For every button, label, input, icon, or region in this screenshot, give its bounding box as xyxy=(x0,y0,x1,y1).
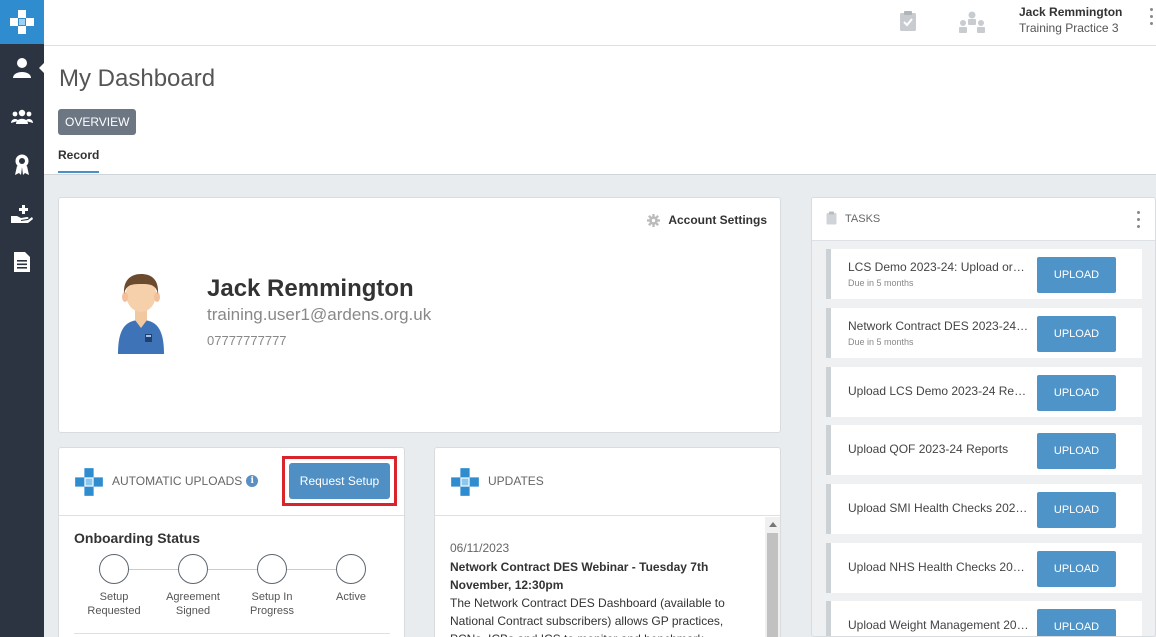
step-active: Active xyxy=(321,554,381,604)
upload-button[interactable]: UPLOAD xyxy=(1037,551,1116,587)
profile-name: Jack Remmington xyxy=(207,275,414,302)
task-name[interactable]: Upload NHS Health Checks 2023-24 Reports xyxy=(848,560,1031,574)
task-item: Network Contract DES 2023-24: Upload rep… xyxy=(826,308,1142,358)
step-agreement-signed: Agreement Signed xyxy=(163,554,223,618)
avatar xyxy=(116,274,166,359)
automatic-uploads-card: AUTOMATIC UPLOADS i Request Setup Onboar… xyxy=(58,447,405,637)
scroll-up-icon[interactable] xyxy=(769,522,777,527)
top-bar: Jack Remmington Training Practice 3 xyxy=(44,0,1156,46)
updates-card: UPDATES 06/11/2023 Network Contract DES … xyxy=(434,447,781,637)
upload-button[interactable]: UPLOAD xyxy=(1037,433,1116,469)
step-label-line1: Active xyxy=(336,591,366,603)
current-practice: Training Practice 3 xyxy=(1019,21,1119,35)
update-headline[interactable]: Network Contract DES Webinar - Tuesday 7… xyxy=(450,558,725,594)
step-label-line2: Requested xyxy=(87,605,141,617)
task-item: Upload QOF 2023-24 Reports UPLOAD xyxy=(826,425,1142,475)
task-name[interactable]: Upload QOF 2023-24 Reports xyxy=(848,442,1031,456)
nav-document-icon[interactable] xyxy=(0,240,44,284)
tasks-header: TASKS xyxy=(812,198,1155,241)
nav-user-icon[interactable] xyxy=(0,46,44,90)
request-setup-highlight: Request Setup xyxy=(282,456,397,506)
step-label-line1: Agreement xyxy=(166,591,220,603)
task-due: Due in 5 months xyxy=(848,337,914,347)
page-title: My Dashboard xyxy=(59,65,216,92)
task-item: Upload NHS Health Checks 2023-24 Reports… xyxy=(826,543,1142,593)
profile-phone: 07777777777 xyxy=(207,333,287,348)
upload-button[interactable]: UPLOAD xyxy=(1037,375,1116,411)
upload-button[interactable]: UPLOAD xyxy=(1037,492,1116,528)
task-name[interactable]: Upload LCS Demo 2023-24 Reports xyxy=(848,384,1031,398)
task-name[interactable]: Network Contract DES 2023-24: Upload rep… xyxy=(848,319,1031,333)
account-settings-label: Account Settings xyxy=(668,213,767,227)
nav-hand-plus-icon[interactable] xyxy=(0,192,44,236)
automatic-uploads-header: AUTOMATIC UPLOADS i Request Setup xyxy=(59,448,404,516)
step-label-line1: Setup In xyxy=(251,591,293,603)
step-circle xyxy=(178,554,208,584)
gear-icon xyxy=(647,213,661,227)
nav-group-icon[interactable] xyxy=(0,95,44,139)
task-item: Upload LCS Demo 2023-24 Reports UPLOAD xyxy=(826,367,1142,417)
profile-email: training.user1@ardens.org.uk xyxy=(207,305,432,324)
upload-button[interactable]: UPLOAD xyxy=(1037,609,1116,636)
scrollbar-thumb[interactable] xyxy=(767,533,778,637)
divider xyxy=(74,633,390,634)
task-due: Due in 5 months xyxy=(848,278,914,288)
ardens-logo-icon xyxy=(450,467,480,502)
current-user-name: Jack Remmington xyxy=(1019,5,1123,19)
onboarding-status-title: Onboarding Status xyxy=(74,530,200,546)
automatic-uploads-label: AUTOMATIC UPLOADS xyxy=(112,474,243,488)
task-name[interactable]: Upload SMI Health Checks 2023-24 Reports xyxy=(848,501,1031,515)
update-date: 06/11/2023 xyxy=(450,541,510,555)
users-hierarchy-icon[interactable] xyxy=(957,10,987,39)
update-entry: 06/11/2023 Network Contract DES Webinar … xyxy=(450,539,725,637)
left-nav-rail xyxy=(0,0,44,637)
overview-button[interactable]: OVERVIEW xyxy=(58,109,137,135)
tab-record[interactable]: Record xyxy=(58,148,100,173)
update-body: The Network Contract DES Dashboard (avai… xyxy=(450,596,725,637)
current-user[interactable]: Jack Remmington Training Practice 3 xyxy=(1019,4,1122,36)
upload-button[interactable]: UPLOAD xyxy=(1037,257,1116,293)
step-label-line2: Signed xyxy=(175,605,211,617)
automatic-uploads-title: AUTOMATIC UPLOADS i xyxy=(112,474,259,488)
step-label-line1: Setup xyxy=(99,591,129,603)
profile-card: Account Settings Jack Remmington trainin… xyxy=(58,197,781,433)
clipboard-check-icon[interactable] xyxy=(899,10,917,37)
task-name[interactable]: LCS Demo 2023-24: Upload organisation re… xyxy=(848,260,1031,274)
step-setup-requested: Setup Requested xyxy=(84,554,144,618)
tasks-menu-kebab-icon[interactable] xyxy=(1137,211,1141,228)
task-item: Upload SMI Health Checks 2023-24 Reports… xyxy=(826,484,1142,534)
updates-title: UPDATES xyxy=(488,474,544,488)
upload-button[interactable]: UPLOAD xyxy=(1037,316,1116,352)
updates-header: UPDATES xyxy=(435,448,780,516)
tasks-title: TASKS xyxy=(845,213,881,225)
step-circle xyxy=(257,554,287,584)
step-circle xyxy=(99,554,129,584)
request-setup-button[interactable]: Request Setup xyxy=(289,463,390,499)
page-header: My Dashboard OVERVIEW Record xyxy=(44,46,1156,175)
nav-award-icon[interactable] xyxy=(0,143,44,187)
ardens-logo-icon[interactable] xyxy=(0,0,44,44)
info-icon[interactable]: i xyxy=(246,475,259,487)
ardens-logo-icon xyxy=(74,467,104,502)
step-label-line2: Progress xyxy=(249,605,295,617)
task-name[interactable]: Upload Weight Management 2023-24 Reports xyxy=(848,618,1031,632)
step-setup-in-progress: Setup In Progress xyxy=(242,554,302,618)
task-item: LCS Demo 2023-24: Upload organisation re… xyxy=(826,249,1142,299)
kebab-menu-icon[interactable] xyxy=(1150,8,1154,25)
updates-scrollbar[interactable] xyxy=(765,517,780,637)
step-circle xyxy=(336,554,366,584)
tasks-panel: TASKS LCS Demo 2023-24: Upload organisat… xyxy=(811,197,1156,637)
account-settings-link[interactable]: Account Settings xyxy=(647,213,767,227)
task-item: Upload Weight Management 2023-24 Reports… xyxy=(826,601,1142,636)
clipboard-icon xyxy=(826,211,837,230)
